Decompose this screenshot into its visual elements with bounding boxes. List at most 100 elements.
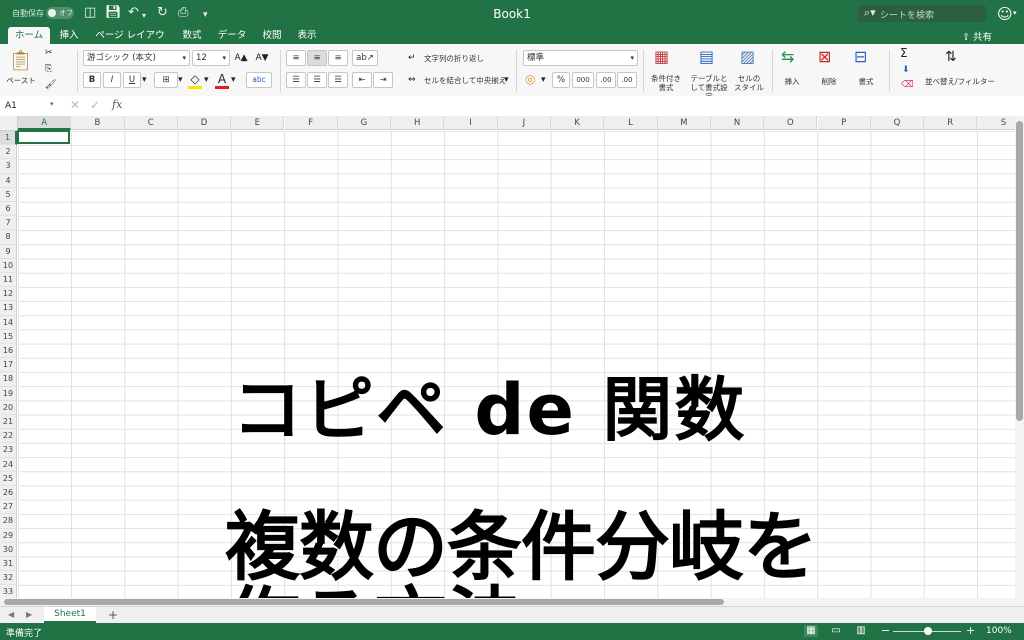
enter-icon[interactable]: ✓ bbox=[90, 98, 100, 112]
wrap-text-label[interactable]: 文字列の折り返し bbox=[424, 54, 484, 63]
row-header-19[interactable]: 19 bbox=[0, 386, 17, 401]
merge-center-icon[interactable]: ⇔ bbox=[408, 73, 416, 87]
vertical-scroll-thumb[interactable] bbox=[1016, 121, 1023, 421]
row-header-18[interactable]: 18 bbox=[0, 372, 17, 387]
align-left-button[interactable]: ☰ bbox=[286, 72, 306, 88]
column-header-e[interactable]: E bbox=[231, 116, 285, 130]
copy-icon[interactable]: ⎘ bbox=[45, 62, 52, 76]
delete-cells-icon[interactable]: ⊠ bbox=[818, 49, 831, 65]
vertical-scrollbar[interactable] bbox=[1015, 116, 1024, 598]
orientation-button[interactable]: ab↗ bbox=[352, 50, 378, 66]
column-header-r[interactable]: R bbox=[924, 116, 978, 130]
row-header-23[interactable]: 23 bbox=[0, 443, 17, 458]
row-header-28[interactable]: 28 bbox=[0, 514, 17, 529]
row-header-15[interactable]: 15 bbox=[0, 329, 17, 344]
row-header-14[interactable]: 14 bbox=[0, 315, 17, 330]
row-header-21[interactable]: 21 bbox=[0, 415, 17, 430]
decrease-indent-button[interactable]: ⇤ bbox=[352, 72, 372, 88]
share-button[interactable]: ⇪ 共有 bbox=[962, 29, 992, 43]
autosum-icon[interactable]: Σ bbox=[900, 46, 908, 60]
borders-button[interactable]: ⊞ bbox=[154, 72, 178, 88]
column-header-q[interactable]: Q bbox=[870, 116, 925, 130]
row-header-30[interactable]: 30 bbox=[0, 542, 17, 557]
row-header-13[interactable]: 13 bbox=[0, 301, 17, 316]
insert-cells-icon[interactable]: ⇆ bbox=[781, 49, 794, 65]
tab-home[interactable]: ホーム bbox=[8, 27, 50, 44]
tab-insert[interactable]: 挿入 bbox=[56, 27, 82, 44]
column-header-f[interactable]: F bbox=[284, 116, 338, 130]
cancel-icon[interactable]: ✕ bbox=[70, 98, 80, 112]
format-as-table-icon[interactable]: ▤ bbox=[699, 49, 714, 65]
sort-filter-label[interactable]: 並べ替え/フィルター bbox=[924, 77, 996, 86]
row-header-11[interactable]: 11 bbox=[0, 273, 17, 288]
currency-dropdown-icon[interactable]: ▾ bbox=[541, 73, 546, 87]
align-center-button[interactable]: ☰ bbox=[307, 72, 327, 88]
underline-button[interactable]: U bbox=[123, 72, 141, 88]
name-box-chevron-icon[interactable]: ▾ bbox=[50, 100, 54, 108]
row-header-29[interactable]: 29 bbox=[0, 528, 17, 543]
row-header-3[interactable]: 3 bbox=[0, 159, 17, 174]
conditional-format-label[interactable]: 条件付き 書式 bbox=[648, 74, 684, 92]
currency-icon[interactable]: ◎ bbox=[525, 72, 535, 86]
increase-decimal-button[interactable]: .00 bbox=[596, 72, 616, 88]
percent-button[interactable]: % bbox=[552, 72, 570, 88]
underline-dropdown-icon[interactable]: ▾ bbox=[142, 73, 147, 87]
row-header-1[interactable]: 1 bbox=[0, 131, 17, 146]
row-header-32[interactable]: 32 bbox=[0, 571, 17, 586]
font-shrink-button[interactable]: A▼ bbox=[253, 51, 271, 65]
row-header-24[interactable]: 24 bbox=[0, 457, 17, 472]
row-header-4[interactable]: 4 bbox=[0, 173, 17, 188]
italic-button[interactable]: I bbox=[103, 72, 121, 88]
column-header-i[interactable]: I bbox=[444, 116, 498, 130]
column-header-k[interactable]: K bbox=[551, 116, 605, 130]
worksheet-grid[interactable]: ABCDEFGHIJKLMNOPQRS 1 2 3 4 5 6 7 8 9 10 11 12 13 14 1… bbox=[0, 116, 1015, 598]
zoom-out-icon[interactable]: − bbox=[881, 624, 890, 637]
add-sheet-icon[interactable]: + bbox=[108, 608, 118, 622]
column-header-a[interactable]: A bbox=[18, 116, 72, 130]
row-header-25[interactable]: 25 bbox=[0, 471, 17, 486]
column-header-c[interactable]: C bbox=[124, 116, 178, 130]
fill-icon[interactable]: ⬇ bbox=[902, 63, 910, 77]
page-break-view-icon[interactable]: ▥ bbox=[854, 625, 868, 637]
tab-formulas[interactable]: 数式 bbox=[179, 27, 205, 44]
horizontal-scrollbar[interactable] bbox=[0, 598, 1024, 606]
column-header-n[interactable]: N bbox=[710, 116, 765, 130]
sheet-tab[interactable]: Sheet1 bbox=[44, 607, 96, 623]
font-color-button[interactable]: A bbox=[215, 72, 229, 89]
font-color-dropdown-icon[interactable]: ▾ bbox=[231, 73, 236, 87]
row-header-2[interactable]: 2 bbox=[0, 145, 17, 160]
row-header-16[interactable]: 16 bbox=[0, 344, 17, 359]
merge-dropdown-icon[interactable]: ▾ bbox=[504, 73, 509, 87]
fill-color-dropdown-icon[interactable]: ▾ bbox=[204, 73, 209, 87]
row-header-26[interactable]: 26 bbox=[0, 486, 17, 501]
clear-icon[interactable]: ⌫ bbox=[901, 78, 914, 92]
user-menu-chevron-icon[interactable]: ▾ bbox=[1013, 9, 1017, 17]
select-all-corner[interactable] bbox=[0, 116, 18, 131]
tab-view[interactable]: 表示 bbox=[294, 27, 320, 44]
row-header-8[interactable]: 8 bbox=[0, 230, 17, 245]
tab-page-layout[interactable]: ページ レイアウト bbox=[91, 27, 169, 58]
sheet-prev-icon[interactable]: ◀ bbox=[8, 610, 14, 619]
font-name-select[interactable]: 游ゴシック (本文) ▾ bbox=[83, 50, 190, 66]
column-header-d[interactable]: D bbox=[177, 116, 232, 130]
font-size-select[interactable]: 12 ▾ bbox=[192, 50, 230, 66]
tab-review[interactable]: 校閲 bbox=[259, 27, 285, 44]
insert-cells-label[interactable]: 挿入 bbox=[779, 77, 805, 86]
paste-label[interactable]: ペースト bbox=[5, 76, 37, 85]
align-top-button[interactable]: ≡ bbox=[286, 50, 306, 66]
cut-icon[interactable]: ✂ bbox=[45, 46, 53, 60]
align-middle-button[interactable]: ≡ bbox=[307, 50, 327, 66]
decrease-decimal-button[interactable]: .00 bbox=[617, 72, 637, 88]
insert-function-button[interactable]: fx bbox=[112, 98, 122, 111]
fill-color-icon[interactable]: ◇ bbox=[188, 72, 202, 89]
number-format-select[interactable]: 標準 ▾ bbox=[523, 50, 638, 66]
delete-cells-label[interactable]: 削除 bbox=[816, 77, 842, 86]
comma-button[interactable]: 000 bbox=[572, 72, 594, 88]
zoom-slider-knob[interactable] bbox=[924, 627, 932, 635]
column-header-b[interactable]: B bbox=[71, 116, 125, 130]
sheet-next-icon[interactable]: ▶ bbox=[26, 610, 32, 619]
row-header-20[interactable]: 20 bbox=[0, 400, 17, 415]
row-header-12[interactable]: 12 bbox=[0, 287, 17, 302]
row-header-27[interactable]: 27 bbox=[0, 500, 17, 515]
column-header-g[interactable]: G bbox=[337, 116, 392, 130]
